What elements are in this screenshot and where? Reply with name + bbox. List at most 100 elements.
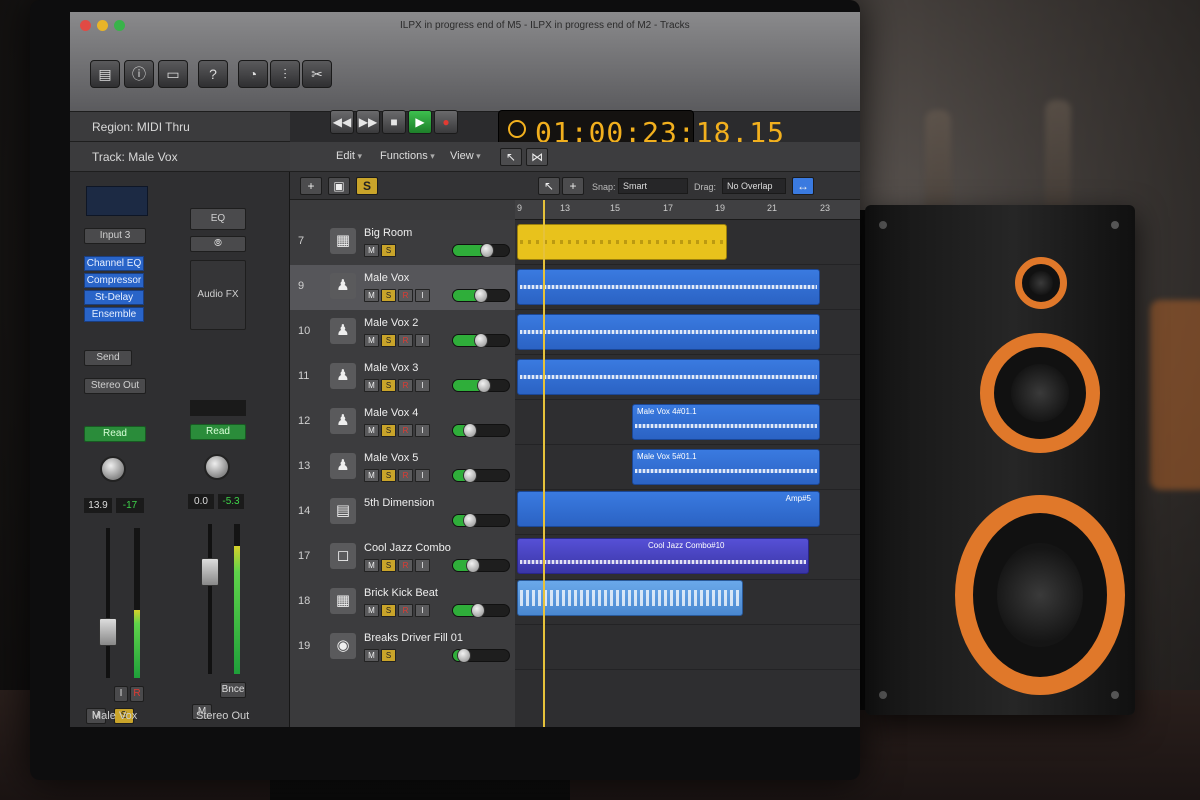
track-name[interactable]: Cool Jazz Combo — [364, 542, 451, 554]
mute-button[interactable]: M — [364, 469, 379, 482]
record-enable-button[interactable]: R — [398, 604, 413, 617]
global-tracks-button[interactable]: ▣ — [328, 177, 350, 195]
automation-mode[interactable]: Read — [190, 424, 246, 440]
volume-fader[interactable] — [201, 558, 219, 586]
volume-knob[interactable] — [457, 648, 471, 663]
midi-region[interactable] — [517, 224, 727, 260]
input-monitor-button[interactable]: I — [415, 424, 430, 437]
input-monitor-button[interactable]: I — [415, 604, 430, 617]
track-name[interactable]: Male Vox — [364, 272, 409, 284]
track-name[interactable]: Male Vox 5 — [364, 452, 418, 464]
record-enable-button[interactable]: R — [130, 686, 144, 702]
drum-machine-icon[interactable]: ▦ — [330, 228, 356, 254]
solo-button[interactable]: S — [381, 379, 396, 392]
quick-help-button[interactable]: ? — [198, 60, 228, 88]
track-name[interactable]: Big Room — [364, 227, 412, 239]
input-monitor-button[interactable]: I — [415, 289, 430, 302]
pointer-tool-menu[interactable]: ↖ — [538, 177, 560, 195]
plugin-slot[interactable]: St-Delay — [84, 290, 144, 305]
record-enable-button[interactable]: R — [398, 289, 413, 302]
smart-controls-button[interactable]: ◔ — [238, 60, 268, 88]
output-slot[interactable]: Stereo Out — [84, 378, 146, 394]
audio-region[interactable]: Male Vox 4#01.1 — [632, 404, 820, 440]
volume-knob[interactable] — [480, 243, 494, 258]
track-volume-slider[interactable] — [452, 604, 510, 617]
automation-mode[interactable]: Read — [84, 426, 146, 442]
record-enable-button[interactable]: R — [398, 334, 413, 347]
volume-knob[interactable] — [477, 378, 491, 393]
input-monitor-button[interactable]: I — [415, 469, 430, 482]
send-slot[interactable]: Send — [84, 350, 132, 366]
inspector-button[interactable]: ⓘ — [124, 60, 154, 88]
functions-menu[interactable]: Functions — [380, 150, 435, 162]
toolbar-button[interactable]: ▭ — [158, 60, 188, 88]
track-volume-slider[interactable] — [452, 244, 510, 257]
volume-knob[interactable] — [466, 558, 480, 573]
library-button[interactable]: ▤ — [90, 60, 120, 88]
solo-button[interactable]: S — [381, 469, 396, 482]
region-inspector-header[interactable]: Region: MIDI Thru — [70, 112, 290, 142]
audio-region[interactable]: Cool Jazz Combo#10 — [517, 538, 809, 574]
record-enable-button[interactable]: R — [398, 424, 413, 437]
mute-button[interactable]: M — [364, 289, 379, 302]
drum-kit-icon[interactable]: ◉ — [330, 633, 356, 659]
track-volume-slider[interactable] — [452, 289, 510, 302]
mute-button[interactable]: M — [364, 559, 379, 572]
mute-button[interactable]: M — [364, 379, 379, 392]
track-inspector-header[interactable]: Track: Male Vox — [70, 142, 290, 172]
solo-button[interactable]: S — [381, 289, 396, 302]
eq-slot[interactable]: EQ — [190, 208, 246, 230]
catch-button[interactable]: ↔ — [792, 177, 814, 195]
rewind-button[interactable]: ◀◀ — [330, 110, 354, 134]
eq-thumbnail[interactable] — [86, 186, 148, 216]
plugin-slot[interactable]: Ensemble — [84, 307, 144, 322]
track-name[interactable]: Male Vox 3 — [364, 362, 418, 374]
solo-button[interactable]: S — [381, 649, 396, 662]
track-volume-slider[interactable] — [452, 559, 510, 572]
folder-region[interactable]: Amp#5 — [517, 491, 820, 527]
track-volume-slider[interactable] — [452, 379, 510, 392]
audio-region[interactable] — [517, 269, 820, 305]
track-volume-slider[interactable] — [452, 649, 510, 662]
forward-button[interactable]: ▶▶ — [356, 110, 380, 134]
track-name[interactable]: Brick Kick Beat — [364, 587, 438, 599]
singer-icon[interactable]: ♟ — [330, 318, 356, 344]
edit-menu[interactable]: Edit — [336, 150, 362, 162]
audio-region[interactable] — [517, 359, 820, 395]
flex-tool[interactable]: ⋈ — [526, 148, 548, 166]
volume-fader[interactable] — [99, 618, 117, 646]
mute-button[interactable]: M — [364, 604, 379, 617]
singer-icon[interactable]: ♟ — [330, 408, 356, 434]
play-button[interactable]: ▶ — [408, 110, 432, 134]
pan-knob[interactable] — [204, 454, 230, 480]
mute-button[interactable]: M — [364, 424, 379, 437]
mute-button[interactable]: M — [364, 244, 379, 257]
mute-button[interactable]: M — [364, 649, 379, 662]
drummer-region[interactable] — [517, 580, 743, 616]
solo-button[interactable]: S — [381, 244, 396, 257]
track-volume-slider[interactable] — [452, 334, 510, 347]
singer-icon[interactable]: ♟ — [330, 273, 356, 299]
audio-region[interactable] — [517, 314, 820, 350]
track-name[interactable]: Male Vox 2 — [364, 317, 418, 329]
input-monitor-button[interactable]: I — [415, 379, 430, 392]
secondary-tool-menu[interactable]: + — [562, 177, 584, 195]
pan-knob[interactable] — [100, 456, 126, 482]
add-track-button[interactable]: + — [300, 177, 322, 195]
view-menu[interactable]: View — [450, 150, 481, 162]
input-monitor-button[interactable]: I — [415, 334, 430, 347]
drag-select[interactable]: No Overlap — [722, 178, 786, 194]
volume-knob[interactable] — [463, 468, 477, 483]
record-enable-button[interactable]: R — [398, 469, 413, 482]
volume-knob[interactable] — [471, 603, 485, 618]
link-slot[interactable]: ⦾ — [190, 236, 246, 252]
volume-knob[interactable] — [474, 333, 488, 348]
instrument-icon[interactable]: ◻ — [330, 543, 356, 569]
mute-button[interactable]: M — [364, 334, 379, 347]
input-slot[interactable]: Input 3 — [84, 228, 146, 244]
snap-select[interactable]: Smart — [618, 178, 688, 194]
track-volume-slider[interactable] — [452, 424, 510, 437]
editors-button[interactable]: ✂ — [302, 60, 332, 88]
bounce-button[interactable]: Bnce — [220, 682, 246, 698]
zoom-icon[interactable] — [114, 20, 125, 31]
